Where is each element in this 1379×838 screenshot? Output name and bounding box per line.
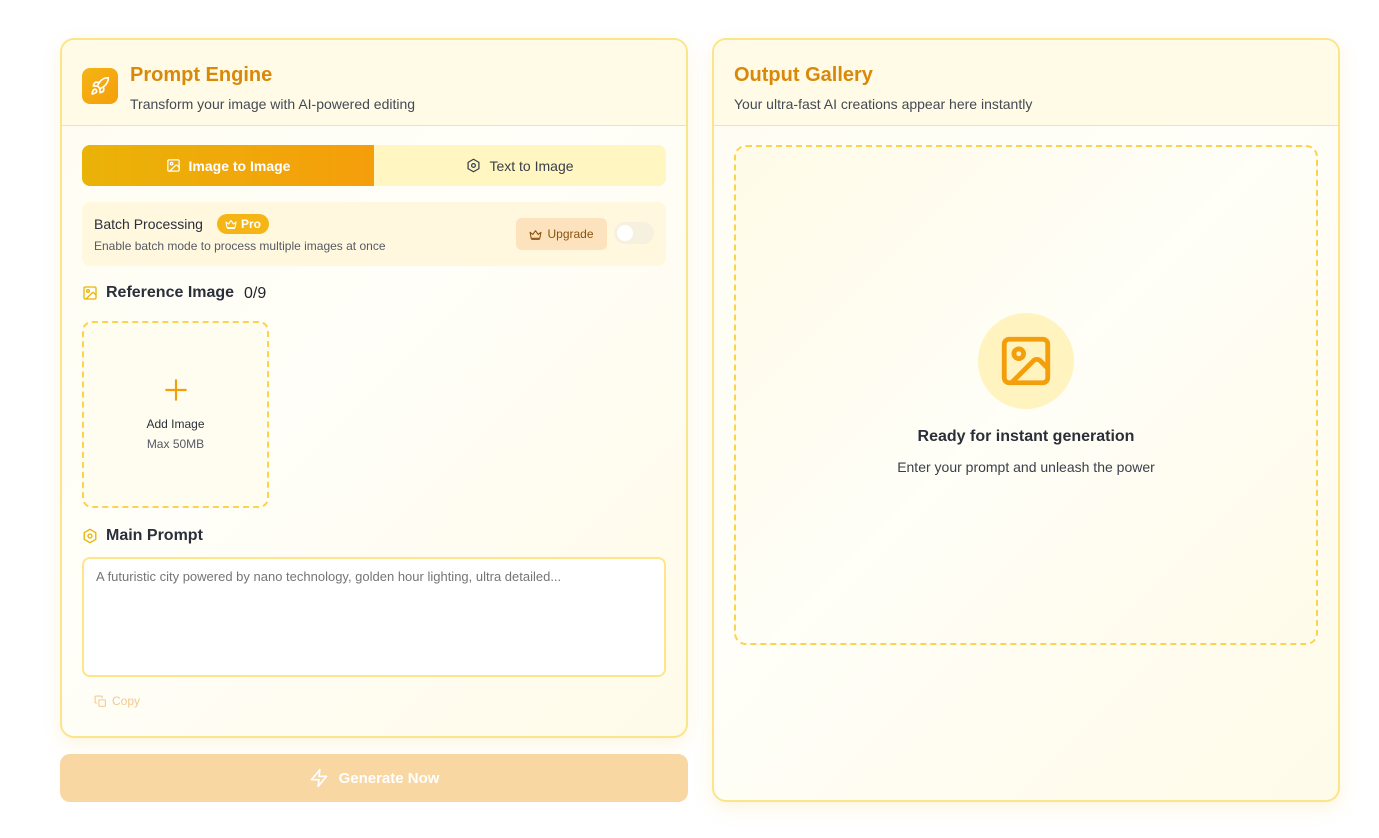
toggle-knob [617, 225, 633, 241]
prompt-engine-panel: Prompt Engine Transform your image with … [60, 38, 688, 738]
crown-icon [530, 229, 542, 240]
max-size-label: Max 50MB [146, 437, 205, 451]
settings-hex-icon [467, 158, 481, 173]
panel-title: Prompt Engine [130, 64, 273, 86]
images-icon [83, 286, 97, 300]
reference-count: 0/9 [244, 285, 267, 302]
output-gallery-panel: Output Gallery Your ultra-fast AI creati… [712, 38, 1340, 802]
copy-button[interactable]: Copy [94, 694, 140, 708]
reference-image-label: Reference Image [106, 284, 235, 301]
lightning-icon [310, 768, 327, 788]
copy-label: Copy [112, 694, 141, 708]
tab-label: Text to Image [489, 157, 574, 174]
tab-image-to-image[interactable]: Image to Image [82, 145, 374, 186]
batch-title: Batch Processing [94, 216, 203, 232]
reference-image-icon-wrap [82, 285, 98, 306]
main-prompt-input[interactable] [82, 557, 666, 677]
settings-hex-icon [83, 528, 97, 544]
prompt-engine-header: Prompt Engine Transform your image with … [62, 40, 686, 126]
rocket-logo [82, 68, 118, 104]
image-icon [1001, 336, 1051, 386]
tab-text-to-image[interactable]: Text to Image [374, 145, 666, 186]
generate-label: Generate Now [338, 769, 440, 787]
mode-tabs: Image to Image Text to Image [82, 145, 666, 186]
batch-toggle[interactable] [614, 222, 654, 244]
empty-state-title: Ready for instant generation [917, 428, 1135, 445]
add-image-label: Add Image [146, 417, 205, 431]
crown-icon [225, 219, 237, 230]
add-image-dropzone[interactable]: Add Image Max 50MB [82, 321, 269, 508]
output-gallery-header: Output Gallery Your ultra-fast AI creati… [714, 40, 1338, 126]
batch-description: Enable batch mode to process multiple im… [94, 239, 386, 253]
gallery-subtitle: Your ultra-fast AI creations appear here… [734, 96, 1033, 112]
main-prompt-icon-wrap [82, 528, 98, 549]
rocket-icon [91, 76, 110, 95]
image-icon [166, 159, 180, 172]
generate-now-button[interactable]: Generate Now [60, 754, 688, 802]
main-prompt-label: Main Prompt [106, 527, 203, 544]
panel-subtitle: Transform your image with AI-powered edi… [130, 96, 416, 112]
gallery-image-badge [978, 313, 1074, 409]
pro-badge-label: Pro [241, 217, 262, 231]
batch-processing-card: Batch Processing Pro Enable batch mode t… [82, 202, 666, 266]
empty-state-subtitle: Enter your prompt and unleash the power [897, 459, 1155, 475]
gallery-title: Output Gallery [734, 64, 873, 86]
upgrade-button[interactable]: Upgrade [516, 218, 607, 250]
copy-icon [94, 695, 106, 707]
upgrade-label: Upgrade [547, 227, 594, 241]
pro-badge: Pro [217, 214, 270, 234]
tab-label: Image to Image [188, 157, 291, 174]
gallery-empty-state: Ready for instant generation Enter your … [734, 145, 1318, 645]
plus-icon [84, 377, 267, 408]
